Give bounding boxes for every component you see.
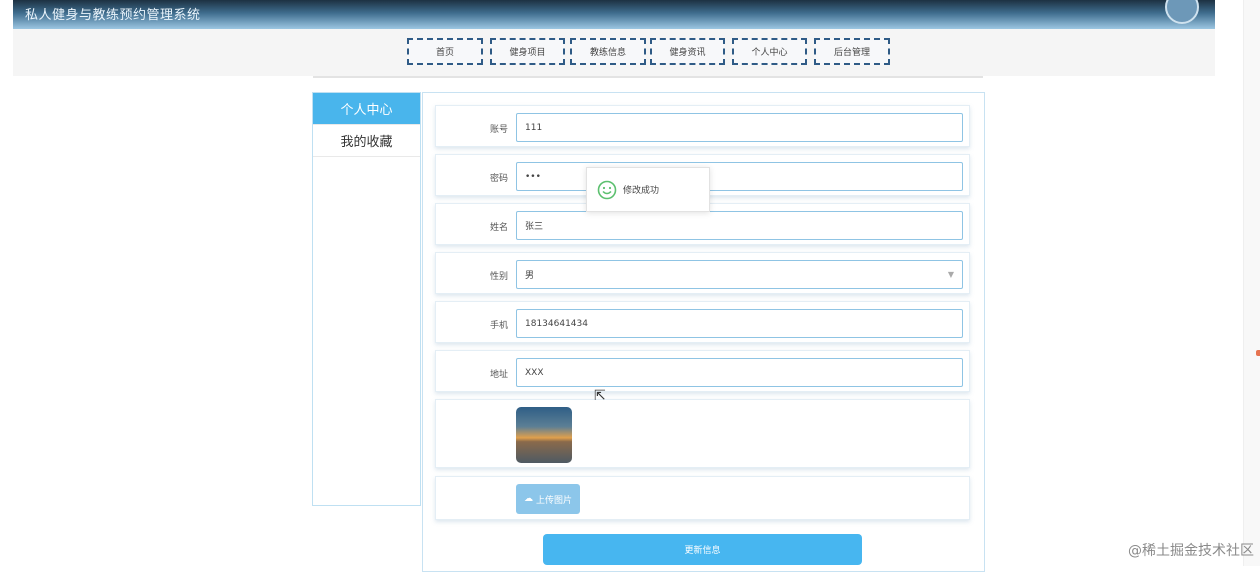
chevron-down-icon: ▼ <box>947 270 954 279</box>
address-input[interactable]: XXX <box>516 358 963 387</box>
form-row-gender: 性别 男 ▼ <box>435 252 970 294</box>
nav-item-personal-center[interactable]: 个人中心 <box>732 38 807 65</box>
scroll-indicator <box>1256 350 1260 356</box>
form-row-phone: 手机 18134641434 <box>435 301 970 343</box>
update-info-button[interactable]: 更新信息 <box>543 534 862 565</box>
account-label: 账号 <box>489 125 508 135</box>
cloud-upload-icon: ☁ <box>523 494 533 504</box>
sidebar: 个人中心 我的收藏 <box>312 92 421 506</box>
watermark: @稀土掘金技术社区 <box>1128 543 1254 559</box>
nav-item-fitness-news[interactable]: 健身资讯 <box>650 38 725 65</box>
smile-icon <box>597 180 617 199</box>
divider <box>313 76 983 78</box>
password-input[interactable]: ••• <box>516 162 963 191</box>
scrollbar[interactable] <box>1243 0 1260 566</box>
upload-button-label: 上传图片 <box>535 495 572 506</box>
gender-select[interactable]: 男 ▼ <box>516 260 963 289</box>
avatar-photo <box>516 407 572 463</box>
sidebar-item-favorites[interactable]: 我的收藏 <box>313 125 420 157</box>
form-row-photo <box>435 399 970 468</box>
phone-input[interactable]: 18134641434 <box>516 309 963 338</box>
phone-label: 手机 <box>489 321 508 331</box>
sidebar-item-personal-center[interactable]: 个人中心 <box>313 93 420 125</box>
form-row-upload: ☁ 上传图片 <box>435 476 970 520</box>
avatar[interactable] <box>1165 0 1199 24</box>
mouse-cursor-icon: ⇱ <box>594 388 606 404</box>
nav-item-fitness-projects[interactable]: 健身项目 <box>490 38 565 65</box>
form-row-address: 地址 XXX <box>435 350 970 392</box>
account-input[interactable]: 111 <box>516 113 963 142</box>
gender-value: 男 <box>525 271 535 281</box>
upload-image-button[interactable]: ☁ 上传图片 <box>516 484 580 514</box>
top-nav: 首页 健身项目 教练信息 健身资讯 个人中心 后台管理 <box>13 29 1215 76</box>
nav-item-coach-info[interactable]: 教练信息 <box>570 38 646 65</box>
name-input[interactable]: 张三 <box>516 211 963 240</box>
form-row-account: 账号 111 <box>435 105 970 147</box>
toast-message: 修改成功 <box>623 186 660 196</box>
app-title: 私人健身与教练预约管理系统 <box>25 8 201 23</box>
password-label: 密码 <box>489 174 508 184</box>
success-toast: 修改成功 <box>586 167 710 212</box>
name-label: 姓名 <box>489 223 508 233</box>
address-label: 地址 <box>489 370 508 380</box>
nav-item-admin[interactable]: 后台管理 <box>814 38 890 65</box>
nav-item-home[interactable]: 首页 <box>407 38 483 65</box>
app-header: 私人健身与教练预约管理系统 <box>13 0 1215 29</box>
gender-label: 性别 <box>489 272 508 282</box>
